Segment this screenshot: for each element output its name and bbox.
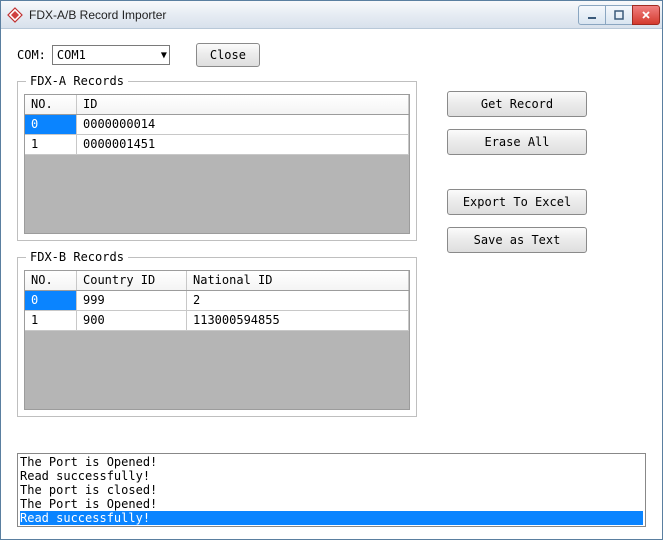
- log-output[interactable]: The Port is Opened! Read successfully! T…: [17, 453, 646, 527]
- minimize-button[interactable]: [578, 5, 606, 25]
- log-line: Read successfully!: [20, 511, 643, 525]
- chevron-down-icon: ▼: [161, 50, 167, 61]
- log-line: The Port is Opened!: [20, 455, 643, 469]
- log-line: The Port is Opened!: [20, 497, 643, 511]
- table-header: NO. ID: [25, 95, 409, 115]
- fdx-a-records-group: FDX-A Records NO. ID 0 0000000014 1 0000: [17, 81, 417, 241]
- group-title-a: FDX-A Records: [26, 74, 128, 88]
- fdx-b-grid[interactable]: NO. Country ID National ID 0 999 2 1 900: [24, 270, 410, 410]
- cell-country-id: 900: [77, 311, 187, 330]
- top-controls: COM: COM1 ▼ Close: [17, 43, 646, 67]
- table-row[interactable]: 1 900 113000594855: [25, 311, 409, 331]
- cell-id: 0000000014: [77, 115, 409, 134]
- col-header-country-id[interactable]: Country ID: [77, 271, 187, 290]
- maximize-button[interactable]: [605, 5, 633, 25]
- cell-national-id: 113000594855: [187, 311, 409, 330]
- log-line: The port is closed!: [20, 483, 643, 497]
- erase-all-button[interactable]: Erase All: [447, 129, 587, 155]
- cell-country-id: 999: [77, 291, 187, 310]
- table-row[interactable]: 1 0000001451: [25, 135, 409, 155]
- client-area: COM: COM1 ▼ Close FDX-A Records NO. ID: [1, 29, 662, 539]
- com-select[interactable]: COM1 ▼: [52, 45, 170, 65]
- col-header-no[interactable]: NO.: [25, 95, 77, 114]
- cell-national-id: 2: [187, 291, 409, 310]
- app-icon: [7, 7, 23, 23]
- close-button[interactable]: Close: [196, 43, 260, 67]
- log-line: Read successfully!: [20, 469, 643, 483]
- table-header: NO. Country ID National ID: [25, 271, 409, 291]
- fdx-a-grid[interactable]: NO. ID 0 0000000014 1 0000001451: [24, 94, 410, 234]
- window-controls: [579, 5, 660, 25]
- cell-no: 0: [25, 291, 77, 310]
- com-label: COM:: [17, 48, 46, 62]
- col-header-id[interactable]: ID: [77, 95, 409, 114]
- fdx-b-records-group: FDX-B Records NO. Country ID National ID…: [17, 257, 417, 417]
- cell-id: 0000001451: [77, 135, 409, 154]
- titlebar[interactable]: FDX-A/B Record Importer: [1, 1, 662, 29]
- table-row[interactable]: 0 999 2: [25, 291, 409, 311]
- get-record-button[interactable]: Get Record: [447, 91, 587, 117]
- group-title-b: FDX-B Records: [26, 250, 128, 264]
- window-title: FDX-A/B Record Importer: [29, 8, 166, 22]
- app-window: FDX-A/B Record Importer COM: COM1 ▼ Clos…: [0, 0, 663, 540]
- col-header-national-id[interactable]: National ID: [187, 271, 409, 290]
- com-select-value: COM1: [57, 48, 86, 62]
- save-text-button[interactable]: Save as Text: [447, 227, 587, 253]
- cell-no: 0: [25, 115, 77, 134]
- col-header-no[interactable]: NO.: [25, 271, 77, 290]
- close-window-button[interactable]: [632, 5, 660, 25]
- cell-no: 1: [25, 311, 77, 330]
- export-excel-button[interactable]: Export To Excel: [447, 189, 587, 215]
- table-row[interactable]: 0 0000000014: [25, 115, 409, 135]
- action-buttons: Get Record Erase All Export To Excel Sav…: [447, 81, 646, 433]
- cell-no: 1: [25, 135, 77, 154]
